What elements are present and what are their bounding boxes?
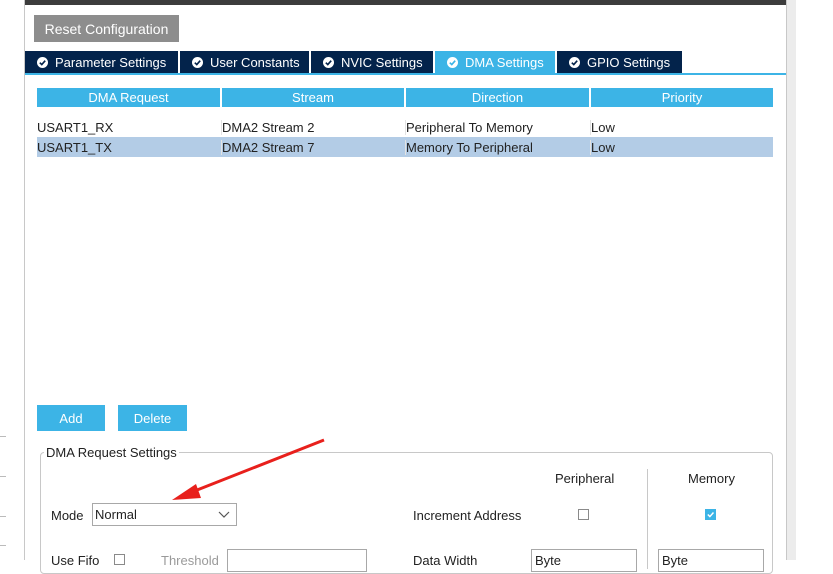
peripheral-data-width-value: Byte — [535, 553, 562, 568]
add-button[interactable]: Add — [37, 405, 105, 431]
column-header-stream[interactable]: Stream — [222, 88, 404, 107]
table-cell: Low — [590, 139, 773, 155]
threshold-label: Threshold — [161, 553, 219, 568]
tab-user-constants[interactable]: User Constants — [180, 51, 309, 73]
table-row-selected[interactable]: USART1_TX DMA2 Stream 7 Memory To Periph… — [37, 137, 773, 157]
gutter-tick — [0, 545, 6, 546]
reset-configuration-button[interactable]: Reset Configuration — [34, 15, 179, 42]
table-cell: DMA2 Stream 2 — [221, 119, 405, 135]
memory-increment-checkbox[interactable] — [705, 509, 716, 520]
scrollbar-track[interactable] — [787, 0, 796, 560]
dma-table-body: USART1_RX DMA2 Stream 2 Peripheral To Me… — [37, 117, 773, 157]
check-icon — [447, 56, 458, 68]
memory-column-label: Memory — [688, 471, 735, 486]
column-header-priority[interactable]: Priority — [591, 88, 773, 107]
right-margin — [796, 0, 833, 560]
column-divider — [647, 469, 648, 569]
delete-button[interactable]: Delete — [118, 405, 187, 431]
group-legend: DMA Request Settings — [44, 445, 179, 460]
tab-label: NVIC Settings — [341, 54, 423, 70]
mode-value: Normal — [95, 507, 137, 522]
dma-table-header: DMA Request Stream Direction Priority — [37, 88, 775, 107]
settings-tabs: Parameter Settings User Constants NVIC S… — [25, 51, 684, 73]
memory-data-width-value: Byte — [662, 553, 689, 568]
table-cell: Peripheral To Memory — [405, 119, 590, 135]
left-gutter — [0, 0, 24, 560]
check-icon — [192, 56, 203, 68]
tab-nvic-settings[interactable]: NVIC Settings — [311, 51, 433, 73]
peripheral-data-width-select[interactable]: Byte — [531, 549, 637, 572]
table-cell: USART1_TX — [37, 139, 112, 155]
table-row[interactable]: USART1_RX DMA2 Stream 2 Peripheral To Me… — [37, 117, 773, 137]
tab-underline — [25, 73, 786, 75]
chevron-down-icon — [218, 511, 230, 518]
mode-select[interactable]: Normal — [92, 503, 237, 526]
check-icon — [37, 56, 48, 68]
mode-label: Mode — [51, 508, 84, 523]
increment-address-label: Increment Address — [413, 508, 522, 523]
tab-label: DMA Settings — [465, 54, 544, 70]
tab-gpio-settings[interactable]: GPIO Settings — [557, 51, 682, 73]
tab-dma-settings[interactable]: DMA Settings — [435, 51, 555, 73]
panel-border-left — [24, 0, 25, 560]
peripheral-column-label: Peripheral — [555, 471, 615, 486]
check-icon — [323, 56, 334, 68]
column-header-dma-request[interactable]: DMA Request — [37, 88, 220, 107]
table-cell: Low — [590, 119, 773, 135]
gutter-tick — [0, 436, 6, 437]
tab-label: GPIO Settings — [587, 54, 671, 70]
memory-data-width-select[interactable]: Byte — [658, 549, 764, 572]
gutter-tick — [0, 476, 6, 477]
table-cell: DMA2 Stream 7 — [221, 139, 405, 155]
peripheral-increment-checkbox[interactable] — [578, 509, 589, 520]
table-cell: USART1_RX — [37, 119, 114, 135]
column-header-direction[interactable]: Direction — [406, 88, 589, 107]
title-bar — [25, 0, 786, 5]
gutter-tick — [0, 516, 6, 517]
tab-parameter-settings[interactable]: Parameter Settings — [25, 51, 178, 73]
check-icon — [707, 512, 715, 518]
tab-label: User Constants — [210, 54, 300, 70]
check-icon — [569, 56, 580, 68]
data-width-label: Data Width — [413, 553, 478, 568]
table-cell: Memory To Peripheral — [405, 139, 590, 155]
tab-label: Parameter Settings — [55, 54, 167, 70]
use-fifo-label: Use Fifo — [51, 553, 100, 568]
threshold-select[interactable] — [227, 549, 367, 572]
